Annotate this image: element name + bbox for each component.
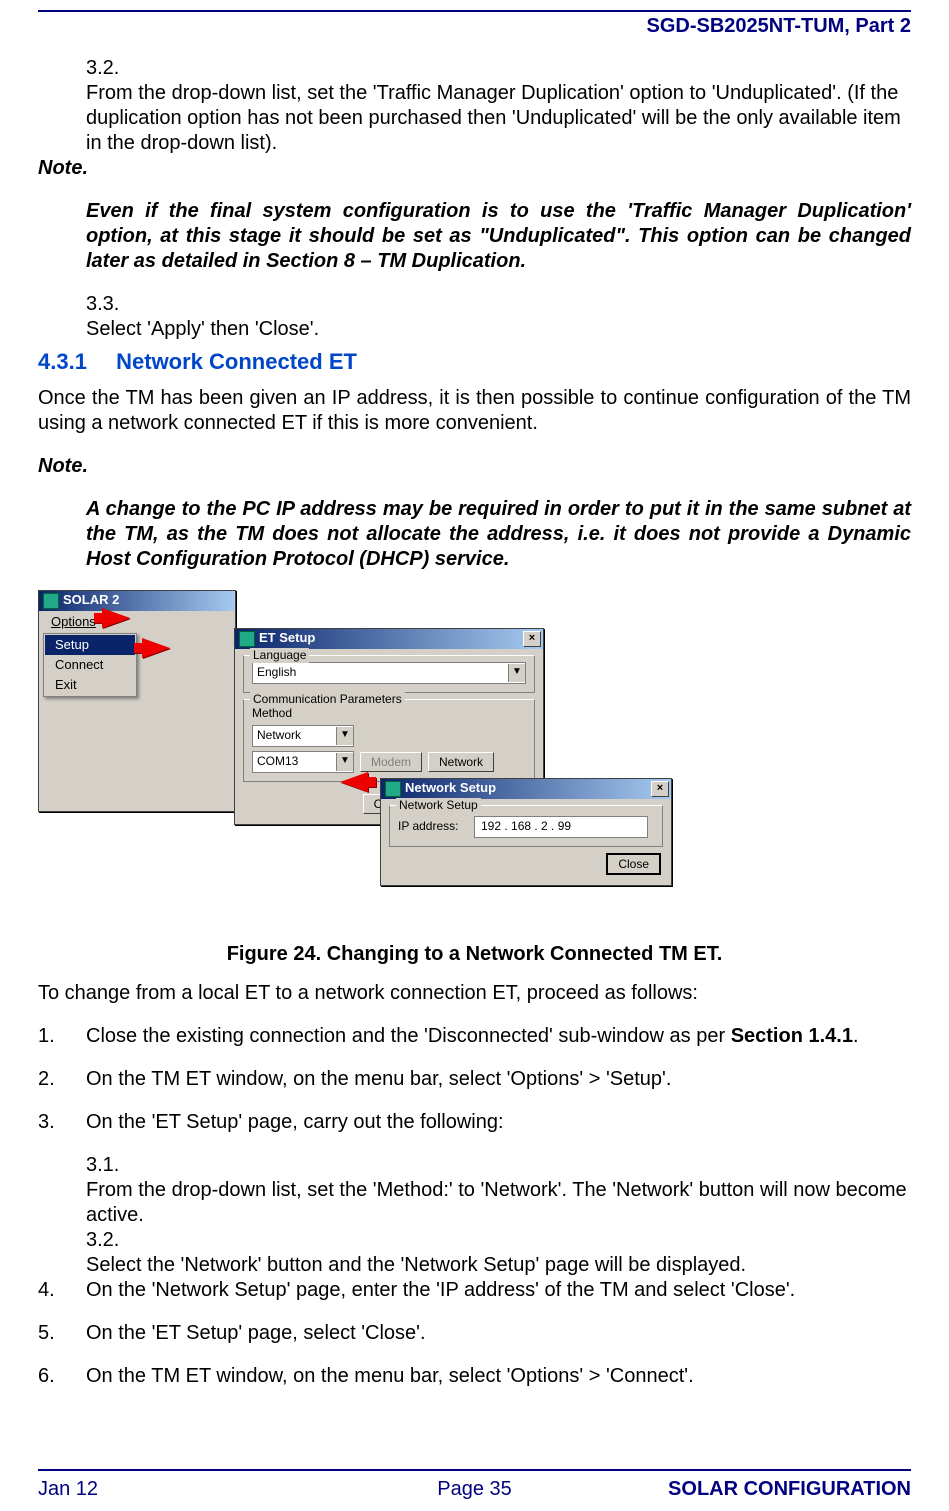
heading-4-3-1: 4.3.1 Network Connected ET — [38, 348, 911, 376]
network-setup-titlebar[interactable]: Network Setup × — [381, 779, 671, 799]
arrow-setup-icon — [142, 638, 170, 658]
step3-num: 3. — [38, 1110, 86, 1135]
item-3-2-num: 3.2. — [86, 56, 911, 81]
options-menu-dropdown[interactable]: Setup Connect Exit — [43, 633, 137, 698]
arrow-options-icon — [102, 608, 130, 628]
ns-close-button[interactable]: Close — [606, 853, 661, 875]
step2-num: 2. — [38, 1067, 86, 1092]
solar2-title: SOLAR 2 — [63, 592, 119, 608]
com-port-value: COM13 — [253, 754, 336, 769]
network-button[interactable]: Network — [428, 752, 494, 772]
method-combo[interactable]: Network ▼ — [252, 725, 354, 747]
comm-legend: Communication Parameters — [250, 692, 405, 707]
heading-title: Network Connected ET — [116, 349, 357, 374]
heading-num: 4.3.1 — [38, 348, 110, 376]
menu-item-exit[interactable]: Exit — [45, 675, 135, 695]
item-3-3-num: 3.3. — [86, 292, 911, 317]
doc-id-header: SGD-SB2025NT-TUM, Part 2 — [38, 15, 911, 38]
chevron-down-icon[interactable]: ▼ — [336, 753, 353, 771]
step3-1-num: 3.1. — [86, 1153, 911, 1178]
app-icon — [43, 593, 59, 609]
step3-1-text: From the drop-down list, set the 'Method… — [86, 1178, 911, 1228]
note2-body: A change to the PC IP address may be req… — [86, 497, 911, 572]
app-icon — [385, 781, 401, 797]
step3-2-num: 3.2. — [86, 1228, 911, 1253]
step5-text: On the 'ET Setup' page, select 'Close'. — [86, 1321, 911, 1346]
afterfig-lead: To change from a local ET to a network c… — [38, 981, 911, 1006]
step6-num: 6. — [38, 1364, 86, 1389]
ip-address-label: IP address: — [398, 819, 468, 834]
step5-num: 5. — [38, 1321, 86, 1346]
step1-num: 1. — [38, 1024, 86, 1049]
modem-button[interactable]: Modem — [360, 752, 422, 772]
note1-head: Note. — [38, 156, 911, 181]
note1-body: Even if the final system configuration i… — [86, 199, 911, 274]
method-label: Method — [252, 706, 526, 721]
rule-bottom — [38, 1469, 911, 1471]
method-value: Network — [253, 728, 336, 743]
comm-params-group: Communication Parameters Method Network … — [243, 699, 535, 782]
network-setup-window: Network Setup × Network Setup IP address… — [380, 778, 672, 886]
ip-address-input[interactable]: 192 . 168 . 2 . 99 — [474, 816, 648, 838]
figure-24-caption: Figure 24. Changing to a Network Connect… — [38, 942, 911, 967]
language-value: English — [253, 665, 508, 680]
step2-text: On the TM ET window, on the menu bar, se… — [86, 1067, 911, 1092]
item-3-3-text: Select 'Apply' then 'Close'. — [86, 317, 911, 342]
item-3-2-text: From the drop-down list, set the 'Traffi… — [86, 81, 911, 156]
step1-text: Close the existing connection and the 'D… — [86, 1024, 911, 1049]
menu-item-connect[interactable]: Connect — [45, 655, 135, 675]
page-footer: Jan 12 Page 35 SOLAR CONFIGURATION — [38, 1474, 911, 1511]
close-icon[interactable]: × — [651, 781, 669, 797]
figure-24-image: SOLAR 2 Options Setup Connect Exit ET — [38, 590, 678, 940]
step6-text: On the TM ET window, on the menu bar, se… — [86, 1364, 911, 1389]
step4-text: On the 'Network Setup' page, enter the '… — [86, 1278, 911, 1303]
footer-section: SOLAR CONFIGURATION — [620, 1478, 911, 1501]
footer-page: Page 35 — [329, 1478, 620, 1501]
language-combo[interactable]: English ▼ — [252, 662, 526, 684]
step3-text: On the 'ET Setup' page, carry out the fo… — [86, 1110, 911, 1135]
sec431-intro: Once the TM has been given an IP address… — [38, 386, 911, 436]
menu-item-setup[interactable]: Setup — [45, 635, 135, 655]
chevron-down-icon[interactable]: ▼ — [508, 664, 525, 682]
solar2-window: SOLAR 2 Options Setup Connect Exit — [38, 590, 236, 812]
step3-2-text: Select the 'Network' button and the 'Net… — [86, 1253, 911, 1278]
ns-legend: Network Setup — [396, 798, 481, 813]
et-setup-title: ET Setup — [259, 630, 315, 646]
language-group: Language English ▼ — [243, 655, 535, 693]
network-setup-title: Network Setup — [405, 780, 496, 796]
arrow-method-icon — [340, 772, 368, 792]
step4-num: 4. — [38, 1278, 86, 1303]
com-port-combo[interactable]: COM13 ▼ — [252, 751, 354, 773]
solar2-menubar[interactable]: Options — [39, 611, 235, 633]
note2-head: Note. — [38, 454, 911, 479]
solar2-titlebar[interactable]: SOLAR 2 — [39, 591, 235, 611]
network-setup-group: Network Setup IP address: 192 . 168 . 2 … — [389, 805, 663, 847]
app-icon — [239, 631, 255, 647]
footer-date: Jan 12 — [38, 1478, 329, 1501]
close-icon[interactable]: × — [523, 631, 541, 647]
et-setup-titlebar[interactable]: ET Setup × — [235, 629, 543, 649]
ip-address-value: 192 . 168 . 2 . 99 — [481, 819, 571, 834]
rule-top — [38, 10, 911, 12]
language-legend: Language — [250, 648, 309, 663]
chevron-down-icon[interactable]: ▼ — [336, 727, 353, 745]
